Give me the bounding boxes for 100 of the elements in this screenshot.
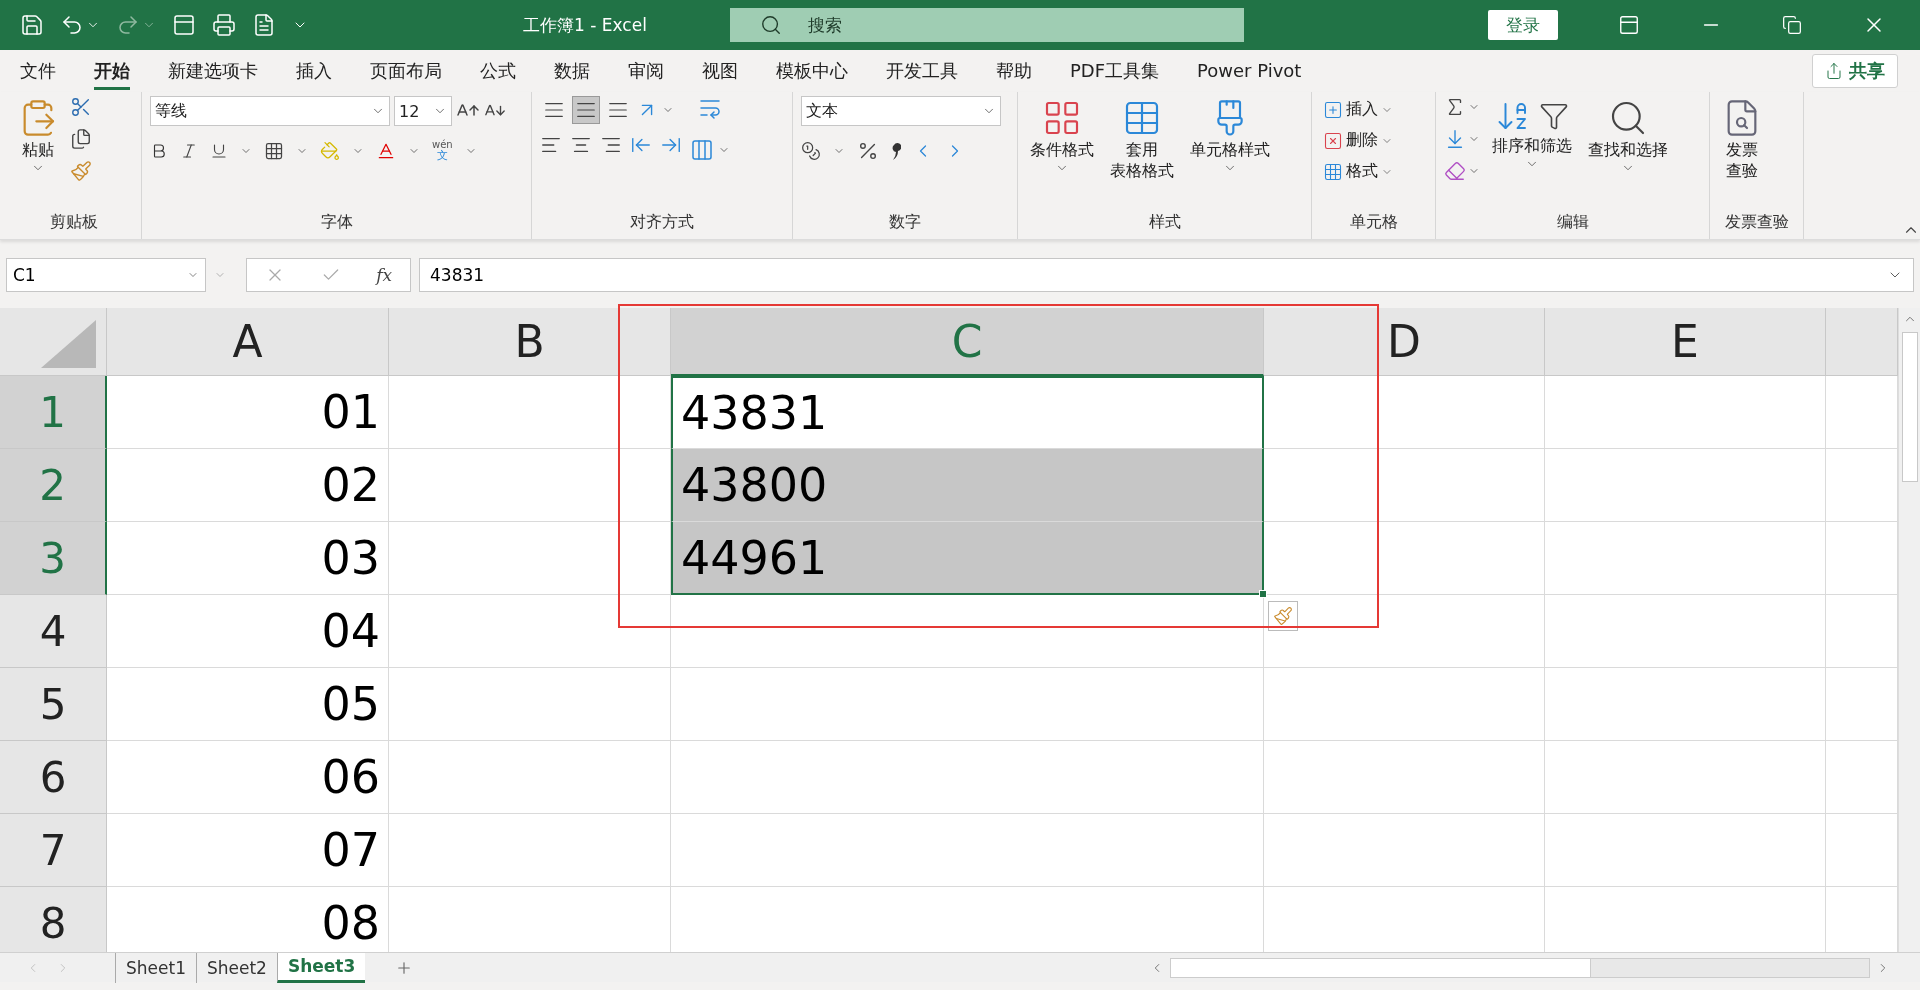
undo-icon[interactable]	[60, 13, 84, 37]
percent-icon[interactable]	[857, 140, 879, 162]
paste-button[interactable]: 粘贴	[14, 96, 62, 178]
font-size-field[interactable]: 12	[394, 96, 452, 126]
copy-icon[interactable]	[70, 128, 92, 150]
name-box[interactable]: C1	[6, 258, 206, 292]
sort-filter-button[interactable]: 排序和筛选	[1488, 96, 1576, 174]
x-square-icon	[1323, 130, 1343, 151]
table-cell: 43831	[671, 376, 1264, 449]
ribbon-tab[interactable]: 公式	[480, 52, 516, 90]
group-label: 数字	[889, 212, 921, 233]
window-title: 工作簿1 - Excel	[522, 13, 648, 37]
table-cell: 06	[107, 741, 389, 814]
number-format-field[interactable]: 文本	[801, 96, 1001, 126]
middle-align-button[interactable]	[572, 96, 600, 124]
share-icon	[1825, 62, 1843, 80]
scrollbar-thumb[interactable]	[1171, 958, 1591, 977]
grid-icon	[1323, 161, 1343, 182]
restore-icon[interactable]	[1782, 15, 1802, 35]
delete-cells-button[interactable]: 删除	[1320, 127, 1396, 154]
ribbon-tab[interactable]: 新建选项卡	[168, 52, 258, 90]
row-header[interactable]: 5	[0, 668, 107, 741]
formula-field[interactable]: 43831	[419, 258, 1914, 292]
filter-icon	[1539, 101, 1569, 131]
search-icon	[760, 14, 782, 36]
column-header[interactable]: D	[1264, 308, 1545, 376]
form-icon[interactable]	[172, 13, 196, 37]
ribbon-tab[interactable]: Power Pivot	[1197, 54, 1302, 88]
save-icon[interactable]	[20, 13, 44, 37]
column-header[interactable]: E	[1545, 308, 1826, 376]
group-label: 剪贴板	[49, 212, 98, 233]
table-cell: 02	[107, 449, 389, 522]
row-header[interactable]: 2	[0, 449, 107, 522]
ribbon-tab[interactable]: 模板中心	[776, 52, 848, 90]
ribbon-tab[interactable]: 帮助	[996, 52, 1032, 90]
conditional-formatting-button[interactable]: 条件格式	[1026, 96, 1098, 178]
group-label: 单元格	[1349, 212, 1398, 233]
plus-square-icon	[1323, 99, 1343, 120]
group-label: 对齐方式	[630, 212, 694, 233]
paste-options-button[interactable]	[1268, 601, 1298, 631]
ribbon-tab[interactable]: 数据	[554, 52, 590, 90]
fill-color-icon[interactable]	[320, 140, 340, 161]
group-label: 字体	[320, 212, 353, 233]
borders-icon[interactable]	[264, 140, 284, 161]
row-header[interactable]: 4	[0, 595, 107, 668]
insert-cells-button[interactable]: 插入	[1320, 96, 1396, 123]
find-select-button[interactable]: 查找和选择	[1584, 96, 1672, 178]
row-header[interactable]: 6	[0, 741, 107, 814]
table-cell: 07	[107, 814, 389, 887]
font-name-field[interactable]: 等线	[150, 96, 390, 126]
eraser-icon[interactable]	[1444, 160, 1466, 182]
ribbon-tab[interactable]: 视图	[702, 52, 738, 90]
login-button[interactable]: 登录	[1488, 10, 1558, 40]
ribbon-display-icon[interactable]	[1618, 14, 1640, 36]
sheet-tab[interactable]: Sheet1	[115, 952, 196, 983]
sheet-tab[interactable]: Sheet2	[195, 952, 277, 983]
ribbon-tab[interactable]: PDF工具集	[1070, 52, 1160, 90]
group-label: 样式	[1148, 212, 1181, 233]
table-cell: 01	[107, 376, 389, 449]
row-header[interactable]: 7	[0, 814, 107, 887]
format-cells-button[interactable]: 格式	[1320, 158, 1396, 185]
phonetic-guide-button[interactable]: wén 文	[432, 140, 453, 161]
ribbon-tab[interactable]: 页面布局	[370, 52, 442, 90]
redo-icon[interactable]	[116, 13, 140, 37]
table-cell: 43800	[671, 449, 1264, 522]
table-cell: 04	[107, 595, 389, 668]
row-header[interactable]: 3	[0, 522, 107, 595]
ribbon-tab[interactable]: 审阅	[628, 52, 664, 90]
share-button[interactable]: 共享	[1812, 54, 1898, 88]
print-preview-icon[interactable]	[252, 13, 276, 37]
italic-icon[interactable]	[180, 141, 198, 160]
ribbon-tab[interactable]: 插入	[296, 52, 332, 90]
scissors-icon[interactable]	[70, 96, 92, 118]
group-label: 编辑	[1556, 212, 1589, 233]
row-header[interactable]: 8	[0, 887, 107, 952]
ribbon-tab[interactable]: 开发工具	[886, 52, 958, 90]
accounting-format-icon[interactable]	[801, 141, 821, 161]
invoice-check-button[interactable]: 发票 查验	[1718, 96, 1766, 183]
merge-cells-icon[interactable]	[690, 138, 714, 162]
column-header[interactable]: A	[107, 308, 389, 376]
sheet-tab[interactable]: Sheet3	[276, 952, 366, 983]
print-icon[interactable]	[212, 13, 236, 37]
scrollbar-thumb[interactable]	[1901, 332, 1918, 482]
insert-function-button[interactable]: fx	[376, 265, 393, 285]
ribbon-tab[interactable]: 开始	[94, 52, 130, 90]
table-cell: 05	[107, 668, 389, 741]
search-field[interactable]: 搜索	[730, 8, 1244, 42]
column-header[interactable]: C	[671, 308, 1264, 376]
underline-icon[interactable]	[210, 141, 228, 160]
ribbon-tab[interactable]: 文件	[20, 52, 56, 90]
cell-styles-button[interactable]: 单元格样式	[1186, 96, 1274, 178]
fill-handle[interactable]	[1259, 590, 1267, 598]
format-painter-icon[interactable]	[70, 160, 92, 182]
comma-style-icon[interactable]	[891, 141, 901, 161]
triangle-icon	[41, 320, 96, 368]
group-label: 发票查验	[1724, 212, 1789, 233]
table-cell: 03	[107, 522, 389, 595]
row-header[interactable]: 1	[0, 376, 107, 449]
format-as-table-button[interactable]: 套用 表格格式	[1106, 96, 1178, 183]
column-header[interactable]: B	[389, 308, 671, 376]
